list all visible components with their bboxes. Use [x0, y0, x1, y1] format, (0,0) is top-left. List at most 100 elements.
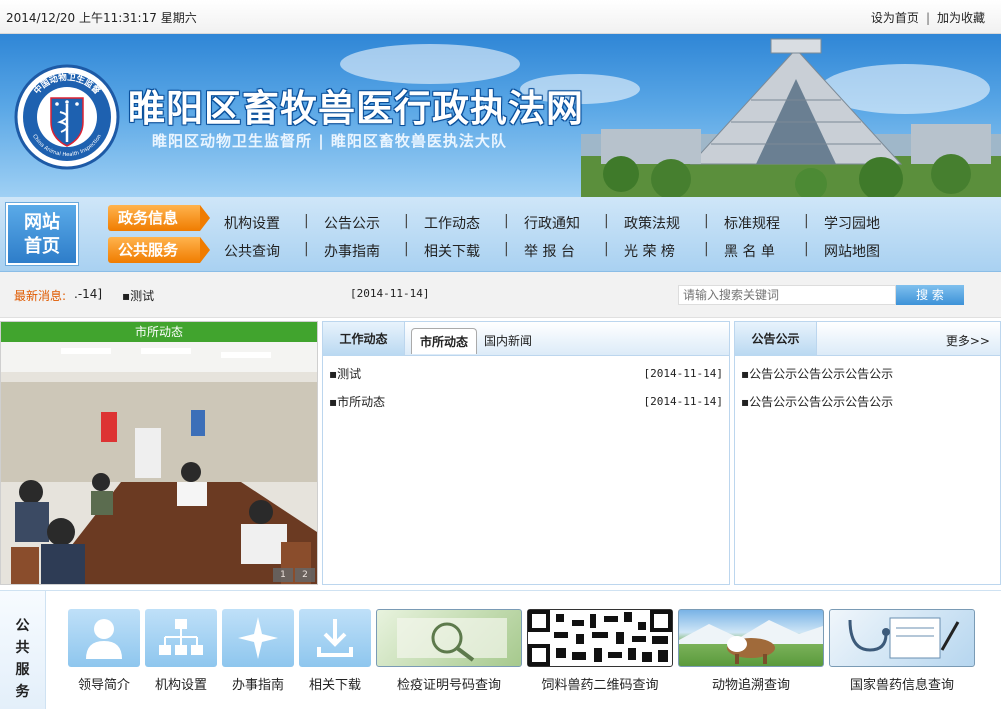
list-item[interactable]: ▪市所动态 [2014-11-14] [323, 388, 729, 416]
tab-domestic-news[interactable]: 国内新闻 [484, 328, 532, 354]
nav-item-public-query[interactable]: 公共查询 [224, 241, 324, 261]
service-caption: 动物追溯查询 [711, 678, 790, 693]
notice-list: ▪公告公示公告公示公告公示 ▪公告公示公告公示公告公示 [735, 356, 1000, 416]
latest-news-label: 最新消息: [14, 289, 67, 303]
notice-panel: 公告公示 更多>> ▪公告公示公告公示公告公示 ▪公告公示公告公示公告公示 [734, 321, 1001, 585]
nav-row-public-service: 公共查询 办事指南 相关下载举 报 台光 荣 榜黑 名 单网站地图 | | | | … [224, 241, 924, 261]
service-downloads[interactable]: 相关下载 [299, 609, 371, 693]
home-button-label-line1: 网站 [24, 212, 60, 233]
service-caption: 相关下载 [308, 678, 361, 693]
nav-separator: | [404, 213, 409, 229]
nav-separator: | [504, 213, 509, 229]
notice-title-link[interactable]: ▪公告公示公告公示公告公示 [741, 367, 893, 381]
nav-item-work-news[interactable]: 工作动态 [424, 213, 524, 233]
service-caption: 饲料兽药二维码查询 [541, 678, 659, 693]
list-item[interactable]: ▪公告公示公告公示公告公示 [735, 388, 1000, 416]
nav-separator: | [704, 213, 709, 229]
nav-item-learning[interactable]: 学习园地 [824, 213, 924, 233]
tab-city-news[interactable]: 市所动态 [411, 328, 478, 354]
home-button-label-line2: 首页 [24, 236, 60, 257]
ticker-fragment: .-14] [74, 287, 103, 301]
news-date: [2014-11-14] [643, 367, 723, 380]
nav-item-report[interactable]: 举 报 台 [524, 241, 624, 261]
search-input[interactable] [678, 285, 896, 305]
service-animal-traceability[interactable]: 动物追溯查询 [678, 609, 824, 693]
service-quarantine-cert-query[interactable]: 检疫证明号码查询 [376, 609, 522, 693]
slideshow-pager: 12 [271, 566, 315, 582]
main-navigation: 网站 首页 政务信息 公共服务 机构设置 公告公示 工作动态 行政通知 政策法规 标准规程… [0, 197, 1001, 272]
nav-item-org-setup[interactable]: 机构设置 [224, 213, 324, 233]
site-logo: 中国动物卫生监督 China Animal Health Inspection [14, 64, 120, 170]
nav-item-standards[interactable]: 标准规程 [724, 213, 824, 233]
service-qr-code-query[interactable]: 饲料兽药二维码查询 [527, 609, 673, 693]
nav-separator: | [704, 241, 709, 257]
notice-panel-header: 公告公示 更多>> [735, 322, 1000, 356]
work-news-list: ▪测试 [2014-11-14] ▪市所动态 [2014-11-14] [323, 356, 729, 416]
service-leader-intro[interactable]: 领导简介 [68, 609, 140, 693]
nav-item-downloads[interactable]: 相关下载 [424, 241, 524, 261]
nav-separator: | [604, 213, 609, 229]
service-caption: 国家兽药信息查询 [849, 678, 954, 693]
site-subtitle: 睢阳区动物卫生监督所 | 睢阳区畜牧兽医执法大队 [152, 132, 507, 150]
news-date: [2014-11-14] [643, 395, 723, 408]
notice-panel-title: 公告公示 [735, 322, 817, 356]
service-caption: 办事指南 [231, 678, 284, 693]
site-banner: 中国动物卫生监督 China Animal Health Inspection … [0, 34, 1001, 197]
home-button[interactable]: 网站 首页 [5, 202, 79, 266]
qr-code-icon [527, 609, 673, 667]
nav-item-policies[interactable]: 政策法规 [624, 213, 724, 233]
nav-item-guide[interactable]: 办事指南 [324, 241, 424, 261]
person-icon [68, 609, 140, 667]
tab-work-news[interactable]: 工作动态 [323, 322, 405, 356]
list-item[interactable]: ▪公告公示公告公示公告公示 [735, 360, 1000, 388]
public-service-tag: 公共服务 [108, 237, 210, 263]
service-caption: 机构设置 [154, 678, 207, 693]
download-icon [299, 609, 371, 667]
nav-separator: | [804, 213, 809, 229]
set-home-link[interactable]: 设为首页 [871, 11, 919, 25]
meeting-photo[interactable]: 12 [1, 342, 317, 584]
notice-title-link[interactable]: ▪公告公示公告公示公告公示 [741, 395, 893, 409]
meeting-room-image [1, 342, 317, 584]
magnifier-document-icon [376, 609, 522, 667]
service-national-vet-drug-query[interactable]: 国家兽药信息查询 [829, 609, 975, 693]
latest-news-bar: 最新消息: .-14] ▪测试 [2014-11-14] 搜 索 [0, 272, 1001, 318]
nav-separator: | [604, 241, 609, 257]
gov-info-tag: 政务信息 [108, 205, 210, 231]
ticker-item-date: [2014-11-14] [350, 287, 430, 300]
more-link[interactable]: 更多>> [946, 332, 990, 349]
ticker-item-link[interactable]: ▪测试 [122, 287, 154, 304]
nav-separator: | [804, 241, 809, 257]
slide-page-2-button[interactable]: 2 [295, 568, 315, 582]
search-button[interactable]: 搜 索 [896, 285, 964, 305]
nav-row-gov-info: 机构设置 公告公示 工作动态 行政通知 政策法规 标准规程 学习园地 | | | | | | [224, 213, 924, 233]
datetime: 2014/12/20 上午11:31:17 星期六 [6, 11, 197, 25]
top-bar: 2014/12/20 上午11:31:17 星期六 设为首页 | 加为收藏 [0, 0, 1001, 34]
slide-page-1-button[interactable]: 1 [273, 568, 293, 582]
photo-panel-title: 市所动态 [1, 322, 317, 342]
add-favorite-link[interactable]: 加为收藏 [937, 11, 985, 25]
nav-item-admin-notices[interactable]: 行政通知 [524, 213, 624, 233]
photo-news-panel: 市所动态 12 [0, 321, 318, 585]
nav-separator: | [304, 213, 309, 229]
nav-item-sitemap[interactable]: 网站地图 [824, 241, 924, 261]
site-title: 睢阳区畜牧兽医行政执法网 [128, 87, 584, 130]
top-link-separator: | [925, 11, 930, 25]
museum-building-image [581, 38, 1001, 197]
stethoscope-clipboard-icon [829, 609, 975, 667]
services-label-text: 公共服务 [15, 618, 30, 700]
news-title-link[interactable]: ▪测试 [329, 367, 361, 381]
nav-item-blacklist[interactable]: 黑 名 单 [724, 241, 824, 261]
nav-separator: | [404, 241, 409, 257]
news-title-link[interactable]: ▪市所动态 [329, 395, 385, 409]
service-org-setup[interactable]: 机构设置 [145, 609, 217, 693]
public-services-label: 公共服务 [0, 591, 46, 709]
service-caption: 检疫证明号码查询 [396, 678, 501, 693]
nav-item-honor-roll[interactable]: 光 荣 榜 [624, 241, 724, 261]
public-services-section: 公共服务 领导简介 机构设置 办事指南 相关下载 检疫证明号码查询 饲料兽药二维… [0, 590, 1001, 709]
list-item[interactable]: ▪测试 [2014-11-14] [323, 360, 729, 388]
service-guide[interactable]: 办事指南 [222, 609, 294, 693]
cow-icon [678, 609, 824, 667]
top-links: 设为首页 | 加为收藏 [871, 9, 985, 26]
nav-item-notices[interactable]: 公告公示 [324, 213, 424, 233]
